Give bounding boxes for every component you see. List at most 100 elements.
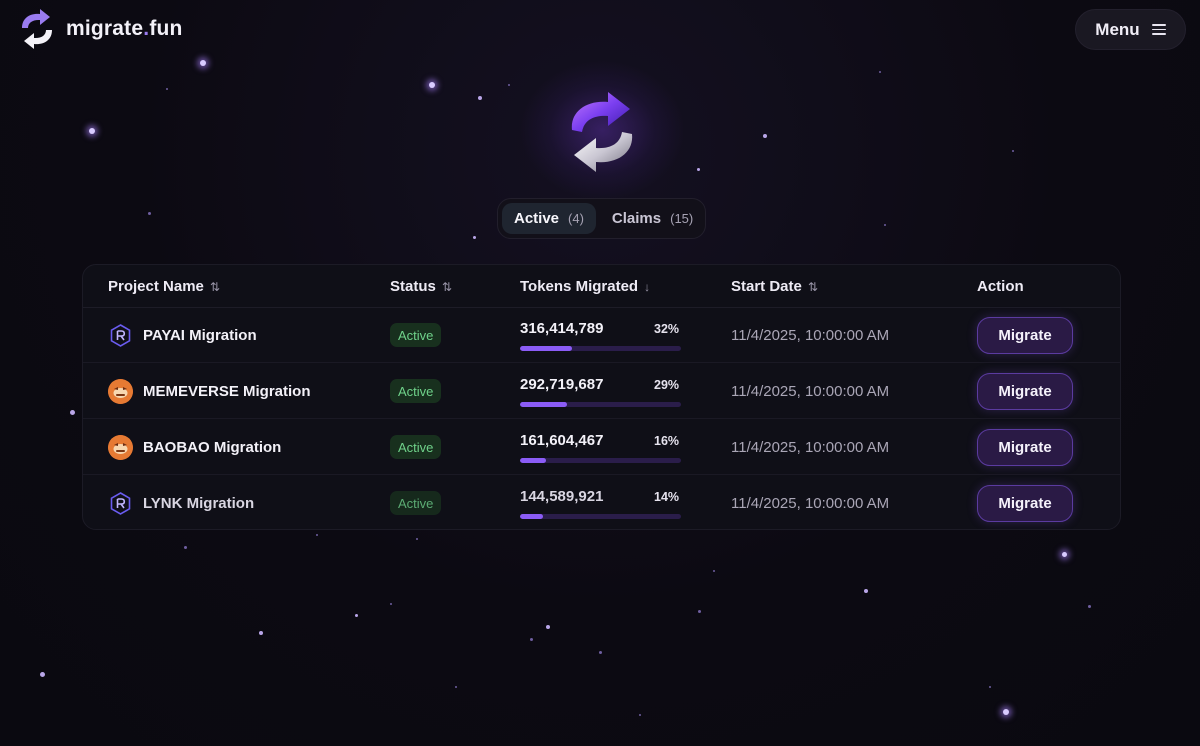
star <box>864 589 868 593</box>
raydium-icon <box>110 492 131 515</box>
tab-claims-label: Claims <box>611 210 662 227</box>
site-logo[interactable]: migrate.fun <box>16 6 183 52</box>
tokens-migrated-percent: 32% <box>654 322 680 336</box>
sort-icon: ⇅ <box>807 279 818 294</box>
migrations-table: Project Name ⇅ Status ⇅ Tokens Migrated … <box>82 264 1121 530</box>
star <box>416 538 418 540</box>
star <box>355 614 358 617</box>
tokens-migrated-value: 292,719,687 <box>520 376 604 393</box>
table-header: Project Name ⇅ Status ⇅ Tokens Migrated … <box>83 265 1120 308</box>
status-badge: Active <box>390 323 442 347</box>
sort-desc-icon: ↓ <box>644 279 651 294</box>
column-header-status[interactable]: Status ⇅ <box>390 278 452 295</box>
project-cell: MEMEVERSE Migration <box>108 379 311 404</box>
star <box>879 71 881 73</box>
tokens-migrated-value: 161,604,467 <box>520 432 604 449</box>
star <box>455 686 457 688</box>
star <box>508 84 510 86</box>
star <box>530 638 533 641</box>
hamburger-icon <box>1151 24 1166 35</box>
start-date: 11/4/2025, 10:00:00 AM <box>731 327 890 344</box>
column-label: Action <box>977 278 1024 295</box>
project-cell: LYNK Migration <box>108 491 254 516</box>
star <box>546 625 550 629</box>
star <box>473 236 476 239</box>
status-badge: Active <box>390 379 442 403</box>
sort-icon: ⇅ <box>209 279 220 294</box>
star <box>200 60 206 66</box>
menu-label: Menu <box>1095 19 1140 39</box>
tab-active-label: Active <box>514 210 560 227</box>
star <box>316 534 318 536</box>
star <box>89 128 95 134</box>
column-label: Start Date <box>731 278 802 295</box>
migrate-button[interactable]: Migrate <box>977 485 1073 522</box>
tab-active[interactable]: Active (4) <box>502 203 596 234</box>
project-name[interactable]: PAYAI Migration <box>143 327 257 344</box>
project-name[interactable]: BAOBAO Migration <box>143 439 281 456</box>
migrate-button[interactable]: Migrate <box>977 373 1073 410</box>
progress-bar <box>520 402 681 407</box>
star <box>599 651 602 654</box>
column-label: Tokens Migrated <box>520 278 639 295</box>
progress-bar <box>520 458 681 463</box>
column-label: Project Name <box>108 278 204 295</box>
star <box>478 96 482 100</box>
project-name[interactable]: MEMEVERSE Migration <box>143 383 311 400</box>
project-name[interactable]: LYNK Migration <box>143 495 254 512</box>
star <box>1012 150 1014 152</box>
star <box>259 631 263 635</box>
progress-bar-fill <box>520 514 543 519</box>
star <box>40 672 45 677</box>
progress-bar-fill <box>520 346 572 351</box>
baobao-avatar <box>108 435 133 460</box>
column-header-start-date[interactable]: Start Date ⇅ <box>731 278 818 295</box>
tokens-migrated-value: 316,414,789 <box>520 320 604 337</box>
tokens-migrated-value: 144,589,921 <box>520 488 604 505</box>
column-header-action: Action <box>977 278 1024 295</box>
menu-button[interactable]: Menu <box>1075 9 1186 50</box>
star <box>639 714 641 716</box>
logo-text-tld: fun <box>149 17 183 40</box>
star <box>1088 605 1091 608</box>
tab-claims-count: (15) <box>670 211 694 226</box>
tokens-migrated-percent: 29% <box>654 378 680 392</box>
refresh-arrows-icon <box>22 9 52 49</box>
memeverse-avatar <box>108 379 133 404</box>
progress-bar <box>520 514 681 519</box>
raydium-icon <box>110 324 131 347</box>
star <box>148 212 151 215</box>
page: migrate.fun Menu Active (4) Claims (15) … <box>0 0 1200 746</box>
tokens-migrated-percent: 16% <box>654 434 680 448</box>
tab-active-count: (4) <box>568 211 584 226</box>
sort-icon: ⇅ <box>441 279 452 294</box>
table-row[interactable]: LYNK Migration Active 144,589,921 14% 11… <box>83 476 1120 529</box>
star <box>1062 552 1067 557</box>
start-date: 11/4/2025, 10:00:00 AM <box>731 383 890 400</box>
column-header-tokens-migrated[interactable]: Tokens Migrated ↓ <box>520 278 650 295</box>
progress-bar-fill <box>520 458 546 463</box>
table-row[interactable]: MEMEVERSE Migration Active 292,719,687 2… <box>83 364 1120 419</box>
migrate-button[interactable]: Migrate <box>977 429 1073 466</box>
column-header-project-name[interactable]: Project Name ⇅ <box>108 278 220 295</box>
star <box>390 603 392 605</box>
logo-text-main: migrate <box>66 17 144 40</box>
status-badge: Active <box>390 491 442 515</box>
star <box>70 410 75 415</box>
star <box>429 82 435 88</box>
status-badge: Active <box>390 435 442 459</box>
logo-text: migrate.fun <box>66 17 183 41</box>
tokens-migrated-percent: 14% <box>654 490 680 504</box>
star <box>989 686 991 688</box>
tab-claims[interactable]: Claims (15) <box>600 203 705 234</box>
star <box>184 546 187 549</box>
star <box>713 570 715 572</box>
swap-arrows-3d-icon <box>571 92 633 172</box>
migrate-button[interactable]: Migrate <box>977 317 1073 354</box>
column-label: Status <box>390 278 436 295</box>
start-date: 11/4/2025, 10:00:00 AM <box>731 439 890 456</box>
start-date: 11/4/2025, 10:00:00 AM <box>731 495 890 512</box>
table-row[interactable]: BAOBAO Migration Active 161,604,467 16% … <box>83 420 1120 475</box>
table-row[interactable]: PAYAI Migration Active 316,414,789 32% 1… <box>83 308 1120 363</box>
star <box>698 610 701 613</box>
